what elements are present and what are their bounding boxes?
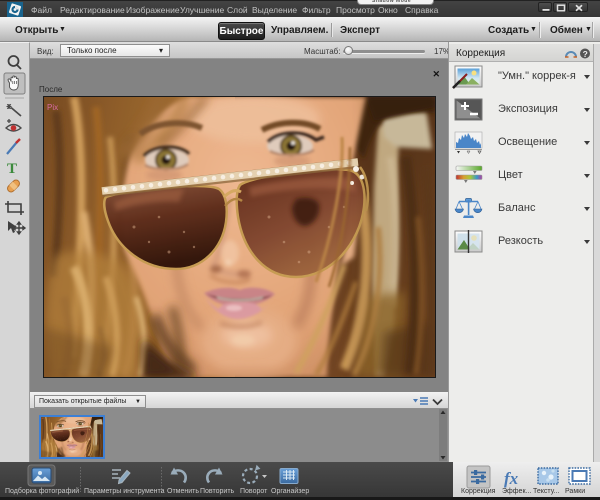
svg-text:?: ? bbox=[583, 49, 588, 59]
svg-text:T: T bbox=[7, 161, 17, 177]
svg-text:Pix: Pix bbox=[47, 103, 58, 112]
svg-text:fx: fx bbox=[504, 469, 519, 488]
